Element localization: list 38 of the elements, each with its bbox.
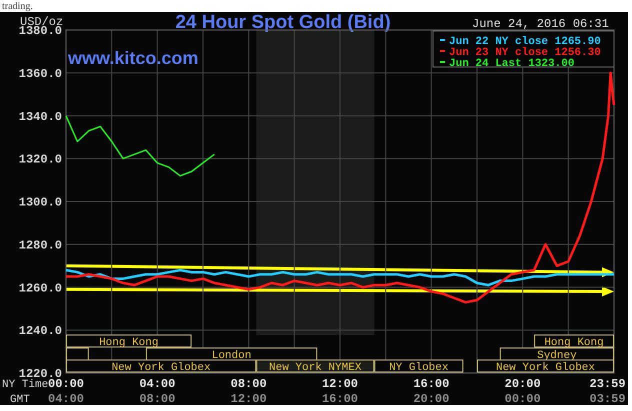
y-tick-label: 1320.0 [18,152,62,167]
legend-label: Jun 22 NY close 1265.90 [449,36,601,48]
x-tick-label: 00:00 [48,377,84,391]
chart-title: 24 Hour Spot Gold (Bid) [175,12,391,33]
session-bar: Sydney [500,348,614,362]
session-bar: New York Globex [477,360,614,374]
session-bar: NY Globex [374,360,464,374]
session-bar: London [146,348,318,362]
x-tick-label: 04:00 [139,377,176,391]
y-tick-label: 1300.0 [18,196,62,210]
x-tick-label: 04:00 [48,392,84,405]
x-tick-label: 12:00 [322,377,358,391]
x-tick-label: 08:00 [230,377,267,391]
time-axis-label: NY Time [2,379,48,391]
y-tick-label: 1280.0 [18,238,62,252]
x-tick-label: 16:00 [322,392,358,405]
x-tick-label: 03:59 [590,392,626,405]
session-bar: Hong Kong [534,334,614,349]
x-tick-label: 20:00 [413,392,450,405]
cut-text: trading. [2,1,33,12]
x-tick-label: 16:00 [413,377,450,391]
x-tick-label: 08:00 [139,392,176,405]
time-axis-label: GMT [10,394,30,405]
session-bar: Hong Kong [66,334,192,349]
timestamp: June 24, 2016 06:31 [472,17,609,31]
y-tick-label: 1260.0 [18,281,62,296]
session-bar: New York NYMEX [256,360,374,374]
site-label: www.kitco.com [68,48,198,68]
session-bar: New York Globex [66,360,256,374]
y-tick-label: 1340.0 [18,110,62,124]
x-tick-label: 20:00 [504,377,541,391]
legend-label: Jun 24 Last 1323.00 [449,58,574,70]
x-tick-label: 12:00 [230,392,267,405]
x-tick-label: 00:00 [504,392,541,405]
legend-label: Jun 23 NY close 1256.30 [449,47,601,59]
y-tick-label: 1360.0 [18,66,62,81]
x-tick-label: 23:59 [590,377,626,391]
y-tick-label: 1240.0 [18,324,62,338]
